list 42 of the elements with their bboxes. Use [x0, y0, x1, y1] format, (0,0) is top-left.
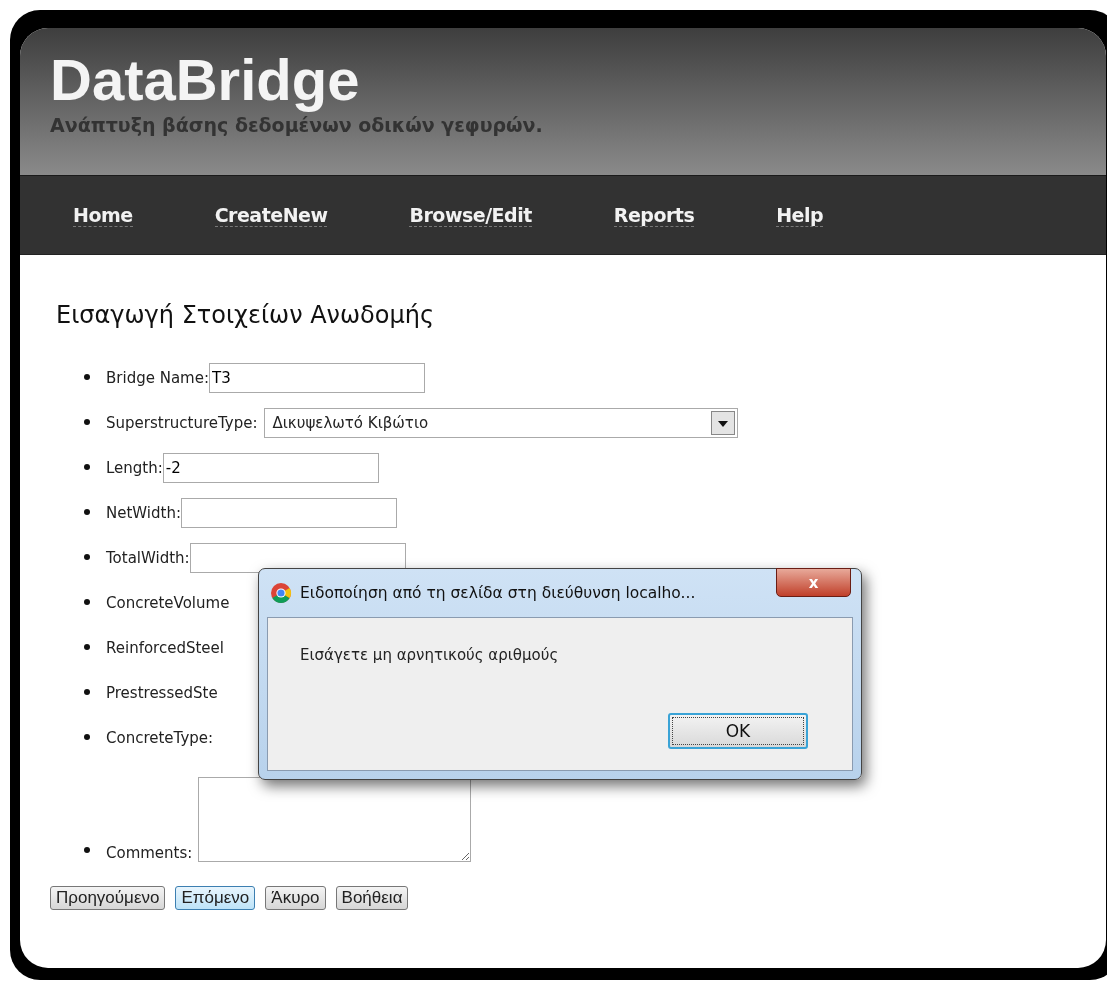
field-label: PrestressedSte	[106, 683, 218, 702]
nav-link[interactable]: Help	[776, 203, 824, 227]
form-button[interactable]: Βοήθεια	[335, 886, 409, 910]
field-label: ReinforcedSteel	[106, 638, 224, 657]
form-button[interactable]: Άκυρο	[265, 886, 326, 910]
nav-link[interactable]: CreateNew	[214, 203, 328, 227]
page-heading: Εισαγωγή Στοιχείων Ανωδομής	[56, 301, 436, 329]
field-label: NetWidth:	[106, 503, 181, 522]
dropdown-field[interactable]: Δικυψελωτό Κιβώτιο	[263, 407, 738, 438]
field-label: Comments:	[106, 844, 193, 862]
browser-logo-icon	[270, 582, 292, 604]
text-field[interactable]	[189, 542, 406, 573]
dialog-title: Ειδοποίηση από τη σελίδα στη διεύθυνση localho...	[300, 584, 696, 602]
field-label: TotalWidth:	[106, 548, 190, 567]
bullet-icon	[84, 554, 90, 560]
bullet-icon	[84, 847, 90, 853]
text-field[interactable]: T3	[209, 362, 425, 393]
text-field[interactable]: -2	[162, 452, 379, 483]
bullet-icon	[84, 374, 90, 380]
field-label: SuperstructureType:	[106, 413, 258, 432]
nav-link[interactable]: Browse/Edit	[409, 203, 532, 227]
bullet-icon	[84, 599, 90, 605]
bullet-icon	[84, 509, 90, 515]
field-label: ConcreteVolume	[106, 593, 230, 612]
nav-link[interactable]: Reports	[613, 203, 695, 227]
form-button[interactable]: Προηγούμενο	[50, 886, 166, 910]
site-subtitle: Ανάπτυξη βάσης δεδομένων οδικών γεφυρών.	[50, 114, 543, 136]
bullet-icon	[84, 419, 90, 425]
dialog-message: Εισάγετε μη αρνητικούς αριθμούς	[300, 646, 559, 664]
field-label: Length:	[106, 458, 163, 477]
text-field[interactable]	[180, 497, 397, 528]
form-button[interactable]: Επόμενο	[175, 886, 256, 910]
field-label: Bridge Name:	[106, 368, 209, 387]
site-title: DataBridge	[50, 50, 360, 110]
field-label: ConcreteType:	[106, 728, 214, 747]
bullet-icon	[84, 734, 90, 740]
ok-button[interactable]: OK	[668, 713, 808, 749]
comments-field[interactable]	[198, 777, 472, 862]
bullet-icon	[84, 464, 90, 470]
bullet-icon	[84, 689, 90, 695]
bullet-icon	[84, 644, 90, 650]
nav-link[interactable]: Home	[73, 203, 133, 227]
